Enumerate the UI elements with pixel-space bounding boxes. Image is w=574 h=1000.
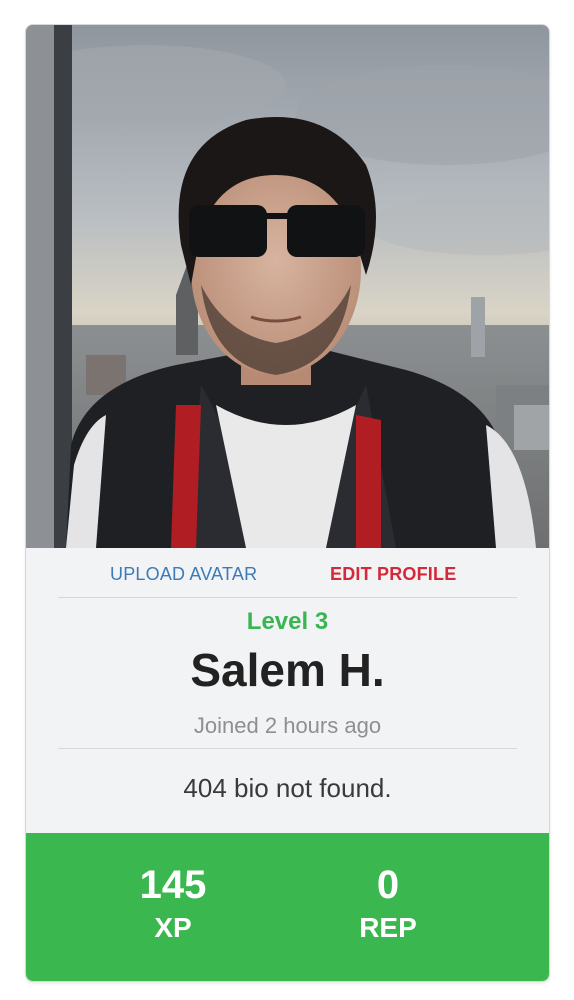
stats-bar: 145 XP 0 REP: [26, 833, 549, 981]
rep-stat: 0 REP: [288, 863, 488, 945]
joined-date: Joined 2 hours ago: [193, 713, 382, 738]
avatar-photo: [26, 25, 549, 548]
xp-stat: 145 XP: [73, 863, 273, 945]
user-level: Level 3: [246, 608, 329, 635]
xp-value: 145: [139, 863, 207, 907]
user-name: Salem H.: [190, 644, 385, 696]
edit-profile-link[interactable]: EDIT PROFILE: [330, 564, 456, 585]
rep-label: REP: [359, 912, 417, 943]
xp-label: XP: [154, 912, 192, 943]
profile-actions: UPLOAD AVATAR EDIT PROFILE: [58, 551, 517, 598]
rep-value: 0: [376, 863, 400, 907]
user-bio: 404 bio not found.: [183, 773, 392, 803]
upload-avatar-link[interactable]: UPLOAD AVATAR: [110, 564, 257, 585]
divider: [58, 748, 517, 749]
profile-card: UPLOAD AVATAR EDIT PROFILE Level 3 Salem…: [26, 25, 549, 981]
